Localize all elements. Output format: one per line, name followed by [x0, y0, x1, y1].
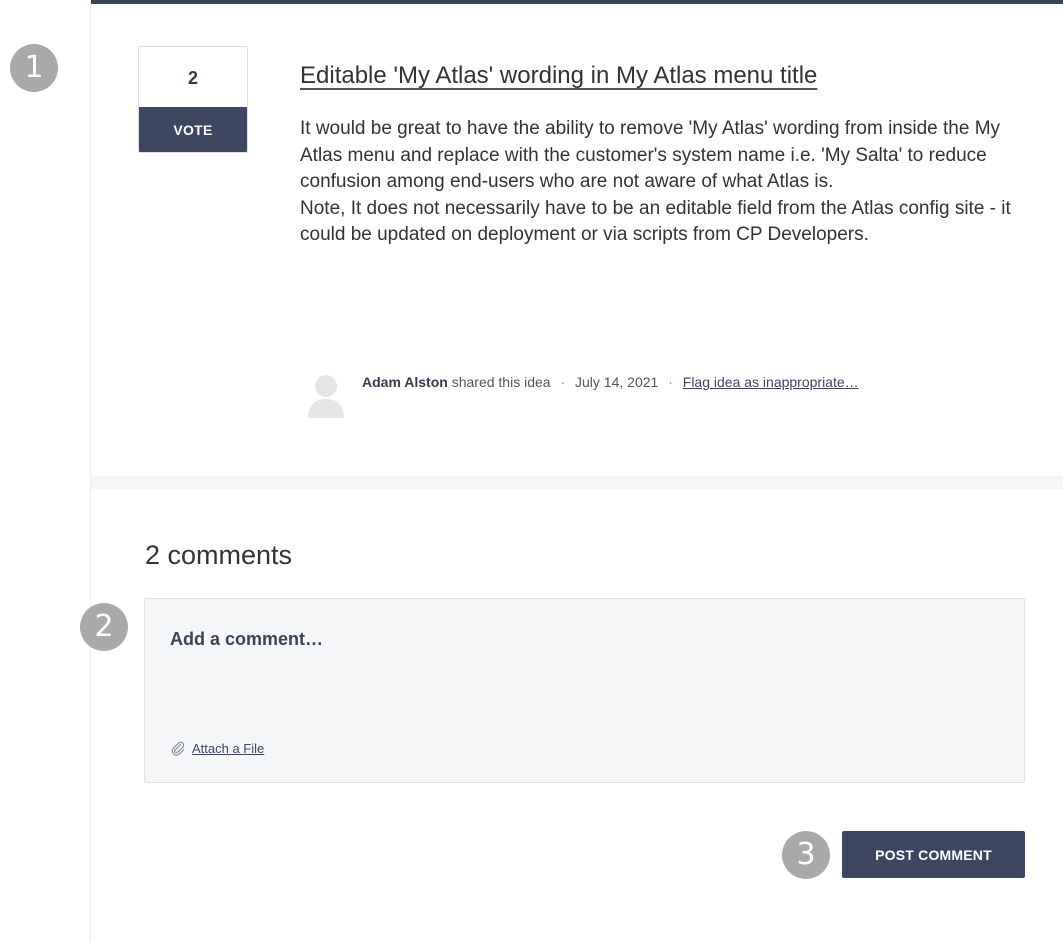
author-name: Adam Alston: [362, 374, 448, 390]
idea-description: It would be great to have the ability to…: [300, 116, 1030, 249]
idea-meta: Adam Alston shared this idea · July 14, …: [362, 374, 859, 390]
idea-title-link[interactable]: Editable 'My Atlas' wording in My Atlas …: [300, 62, 817, 90]
vote-widget: 2 VOTE: [138, 46, 248, 153]
user-silhouette-icon: [305, 370, 347, 418]
callout-marker-2: 2: [80, 603, 128, 651]
callout-marker-3: 3: [782, 831, 830, 879]
paperclip-icon: [170, 740, 186, 756]
comments-heading: 2 comments: [145, 540, 293, 570]
comment-input[interactable]: [170, 629, 990, 709]
idea-description-paragraph-2: Note, It does not necessarily have to be…: [300, 197, 1011, 246]
vote-button[interactable]: VOTE: [139, 107, 247, 152]
meta-separator: ·: [560, 374, 566, 390]
attach-file-link[interactable]: Attach a File: [170, 740, 264, 756]
post-comment-button[interactable]: POST COMMENT: [842, 831, 1025, 878]
meta-separator: ·: [668, 374, 673, 390]
shared-text: shared this idea: [451, 374, 551, 390]
idea-date: July 14, 2021: [575, 374, 659, 390]
callout-marker-1: 1: [10, 44, 58, 92]
flag-idea-link[interactable]: Flag idea as inappropriate…: [683, 374, 859, 390]
attach-file-label: Attach a File: [192, 740, 265, 756]
vote-count: 2: [187, 68, 198, 88]
idea-page: 1 2 3 2 VOTE Editable 'My Atlas' wording…: [0, 0, 1063, 941]
idea-description-paragraph-1: It would be great to have the ability to…: [300, 118, 1001, 192]
comment-composer: Attach a File: [144, 598, 1025, 783]
section-separator: [91, 476, 1063, 489]
